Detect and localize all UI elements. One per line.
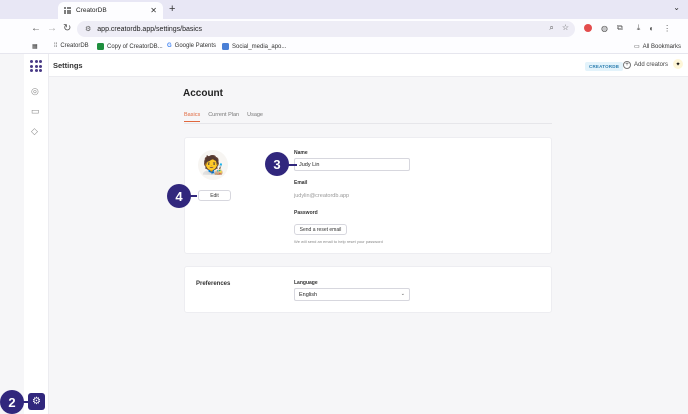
password-label: Password (294, 210, 318, 216)
bookmark-star-icon[interactable]: ☆ (562, 23, 569, 33)
edit-avatar-button[interactable]: Edit (198, 190, 231, 201)
all-bookmarks-label: All Bookmarks (642, 43, 682, 50)
bookmark-label: Social_media_apo... (232, 43, 287, 50)
extensions-puzzle-icon[interactable]: ⧉ (617, 23, 623, 33)
header-title: Settings (53, 61, 83, 70)
creatordb-logo-icon[interactable] (30, 60, 42, 72)
name-input[interactable]: Judy Lin (294, 158, 410, 171)
step-2-callout: 2 (0, 390, 24, 414)
tab-search-chevron-icon[interactable]: ⌄ (673, 3, 680, 12)
preferences-card: Preferences Language English ⌄ (184, 266, 552, 313)
google-icon: G (167, 43, 172, 49)
sheets-icon (97, 43, 104, 50)
bookmarks-bar: ▦ ⁞⁞ CreatorDB Copy of CreatorDB... G Go… (0, 40, 688, 54)
send-reset-email-button[interactable]: Send a reset email (294, 224, 347, 235)
step-4-callout: 4 (167, 184, 191, 208)
reset-hint: We will send an email to help reset your… (294, 239, 383, 244)
url-text: app.creatordb.app/settings/basics (97, 25, 202, 33)
grid-icon: ⁞⁞ (54, 43, 58, 49)
step-3-callout: 3 (265, 152, 289, 176)
add-creators-button[interactable]: + Add creators (623, 61, 668, 69)
folder-icon[interactable]: ▭ (31, 106, 40, 117)
all-bookmarks[interactable]: ▭ All Bookmarks (634, 43, 682, 51)
extension-chat-icon[interactable]: ◍ (601, 24, 608, 33)
plus-circle-icon: + (623, 61, 631, 69)
download-icon[interactable]: ⤓ (637, 23, 641, 33)
apps-grid-icon[interactable]: ▦ (32, 43, 38, 50)
profile-icon[interactable]: ◐ (649, 24, 654, 33)
creatordb-favicon-icon (64, 7, 71, 14)
extension-red-icon[interactable] (584, 24, 592, 32)
tab-current-plan[interactable]: Current Plan (208, 112, 239, 122)
diamond-icon[interactable]: ◇ (31, 126, 38, 137)
zoom-search-icon[interactable]: ⌕ (549, 23, 553, 33)
bookmark-item[interactable]: G Google Patents (167, 43, 216, 49)
brand-badge: CREATORDB (585, 62, 624, 71)
email-value: judylin@creatordb.app (294, 193, 350, 199)
close-tab-icon[interactable]: ✕ (150, 6, 157, 15)
profile-card: 🧑‍🎨 Edit Name Judy Lin Email judylin@cre… (184, 137, 552, 254)
app-header: Settings CREATORDB + Add creators ✦ (49, 54, 688, 77)
email-label: Email (294, 180, 308, 186)
profile-avatar: 🧑‍🎨 (198, 150, 228, 180)
site-settings-icon[interactable]: ⚙ (85, 25, 91, 33)
docs-icon (222, 43, 229, 50)
bookmark-item[interactable]: ⁞⁞ CreatorDB (54, 43, 89, 49)
language-label: Language (294, 280, 318, 286)
user-avatar[interactable]: ✦ (673, 59, 683, 69)
bookmark-item[interactable]: Copy of CreatorDB... (97, 43, 163, 50)
language-value: English (299, 291, 318, 298)
tab-basics[interactable]: Basics (184, 112, 201, 122)
tab-usage[interactable]: Usage (247, 112, 263, 122)
folder-icon: ▭ (634, 44, 640, 50)
settings-gear-icon[interactable]: ⚙ (28, 393, 45, 410)
browser-tabstrip: CreatorDB ✕ + ⌄ (0, 0, 688, 19)
browser-tab[interactable]: CreatorDB ✕ (58, 2, 163, 19)
preferences-title: Preferences (196, 281, 231, 287)
chevron-down-icon: ⌄ (400, 291, 405, 297)
globe-icon[interactable]: ◎ (31, 86, 39, 97)
bookmark-label: Google Patents (174, 43, 217, 49)
bookmark-label: CreatorDB (60, 43, 89, 49)
left-rail: ◎ ▭ ◇ (24, 54, 49, 414)
tab-title: CreatorDB (76, 7, 107, 14)
browser-toolbar: ← → ↻ ⚙ app.creatordb.app/settings/basic… (0, 19, 688, 40)
bookmark-item[interactable]: Social_media_apo... (222, 43, 286, 50)
forward-arrow-icon[interactable]: → (47, 23, 57, 34)
settings-tabs: Basics Current Plan Usage (184, 112, 263, 122)
add-creators-label: Add creators (634, 62, 669, 68)
app-area: ◎ ▭ ◇ Settings CREATORDB + Add creators … (0, 54, 688, 414)
language-select[interactable]: English ⌄ (294, 288, 410, 301)
back-arrow-icon[interactable]: ← (31, 23, 41, 34)
name-label: Name (294, 150, 308, 156)
new-tab-button[interactable]: + (169, 3, 175, 15)
callout-3-pointer (288, 164, 297, 166)
browser-menu-icon[interactable]: ⋮ (663, 24, 671, 33)
reload-icon[interactable]: ↻ (63, 23, 71, 34)
toolbar-extensions: ◍ ⧉ ⤓ ◐ ⋮ (584, 23, 671, 33)
bookmark-label: Copy of CreatorDB... (107, 43, 163, 50)
omnibox-actions: ⌕ ☆ (549, 23, 569, 33)
tabs-divider (184, 123, 552, 124)
page-title: Account (183, 88, 223, 99)
address-bar[interactable]: ⚙ app.creatordb.app/settings/basics ⌕ ☆ (77, 21, 575, 37)
